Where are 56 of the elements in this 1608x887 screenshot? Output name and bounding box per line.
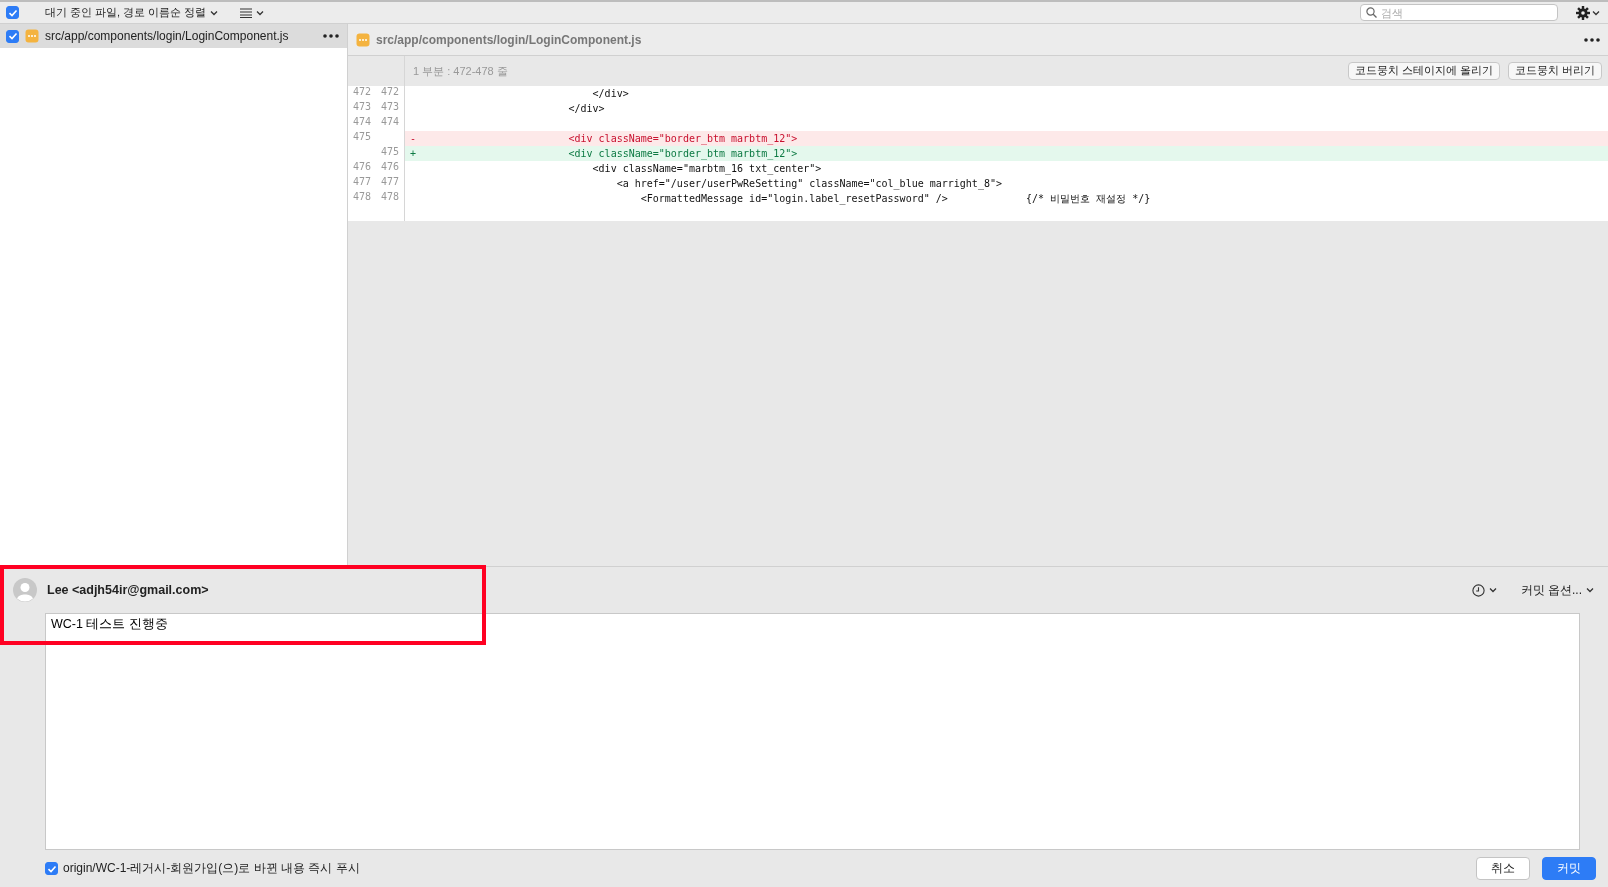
clock-icon xyxy=(1471,583,1485,597)
line-number: 478 xyxy=(352,191,373,204)
commit-button[interactable]: 커밋 xyxy=(1542,857,1596,880)
caret-icon xyxy=(1586,587,1594,593)
file-checkbox[interactable] xyxy=(6,29,19,43)
code-line: </div> xyxy=(567,103,605,114)
push-label: origin/WC-1-레거시-회원가입(으)로 바뀐 내용 즉시 푸시 xyxy=(63,860,360,877)
line-number: 474 xyxy=(380,116,401,129)
line-number: 478 xyxy=(380,191,401,204)
commit-options-button[interactable]: 커밋 옵션... xyxy=(1518,581,1596,599)
code-line: <div className="marbtm_16 txt_center"> xyxy=(591,163,822,174)
avatar-icon xyxy=(13,578,37,602)
file-path: src/app/components/login/LoginComponent.js xyxy=(45,29,290,43)
line-number: 473 xyxy=(380,101,401,114)
caret-icon xyxy=(210,9,219,16)
line-number: 472 xyxy=(352,86,373,99)
more-icon xyxy=(323,34,339,38)
code-line: <div className="border_btm marbtm_12"> xyxy=(567,133,798,144)
line-number: 477 xyxy=(352,176,373,189)
push-checkbox[interactable] xyxy=(45,862,58,875)
author-name: Lee <adjh54ir@gmail.com> xyxy=(47,583,209,597)
select-all-checkbox[interactable] xyxy=(6,6,19,19)
code-line: <a href="/user/userPwReSetting" className="col_blue marright_8"> xyxy=(615,178,1002,189)
line-number: 474 xyxy=(352,116,373,129)
caret-icon xyxy=(256,9,265,16)
history-button[interactable] xyxy=(1469,583,1499,597)
file-icon xyxy=(356,32,370,47)
commit-message-field[interactable]: WC-1 테스트 진행중 xyxy=(45,613,1580,850)
diff-marker: + xyxy=(409,148,418,159)
hunk-range: 1 부분 : 472-478 줄 xyxy=(413,63,508,79)
code-line: <div className="border_btm marbtm_12"> xyxy=(567,148,798,159)
code-line: <FormattedMessage id="login.label_resetPassword" /> {/* 비밀번호 재설정 */} xyxy=(639,191,1151,206)
line-number: 477 xyxy=(380,176,401,189)
more-icon xyxy=(1584,37,1600,42)
hunk-button[interactable]: 코드뭉치 스테이지에 올리기 xyxy=(1348,62,1501,80)
search-field[interactable]: 검색 xyxy=(1360,4,1558,21)
settings-icon xyxy=(1576,5,1590,20)
settings-button[interactable] xyxy=(1574,5,1602,20)
line-number: 475 xyxy=(352,131,373,144)
line-number: 472 xyxy=(380,86,401,99)
file-row[interactable]: src/app/components/login/LoginComponent.js xyxy=(0,24,347,48)
cancel-button[interactable]: 취소 xyxy=(1476,857,1530,880)
line-number: 476 xyxy=(380,161,401,174)
code-line: </div> xyxy=(591,88,629,99)
diff-marker: - xyxy=(409,133,418,144)
caret-icon xyxy=(1488,587,1497,593)
sort-dropdown[interactable]: 대기 중인 파일, 경로 이름순 정렬 xyxy=(43,5,221,20)
line-number: 476 xyxy=(352,161,373,174)
search-icon xyxy=(1366,7,1377,18)
line-number: 475 xyxy=(380,146,401,159)
list-icon xyxy=(240,7,253,18)
caret-icon xyxy=(1592,9,1600,16)
hunk-button[interactable]: 코드뭉치 버리기 xyxy=(1508,62,1602,80)
line-number: 473 xyxy=(352,101,373,114)
file-icon xyxy=(25,29,39,43)
file-path: src/app/components/login/LoginComponent.js xyxy=(376,32,642,47)
